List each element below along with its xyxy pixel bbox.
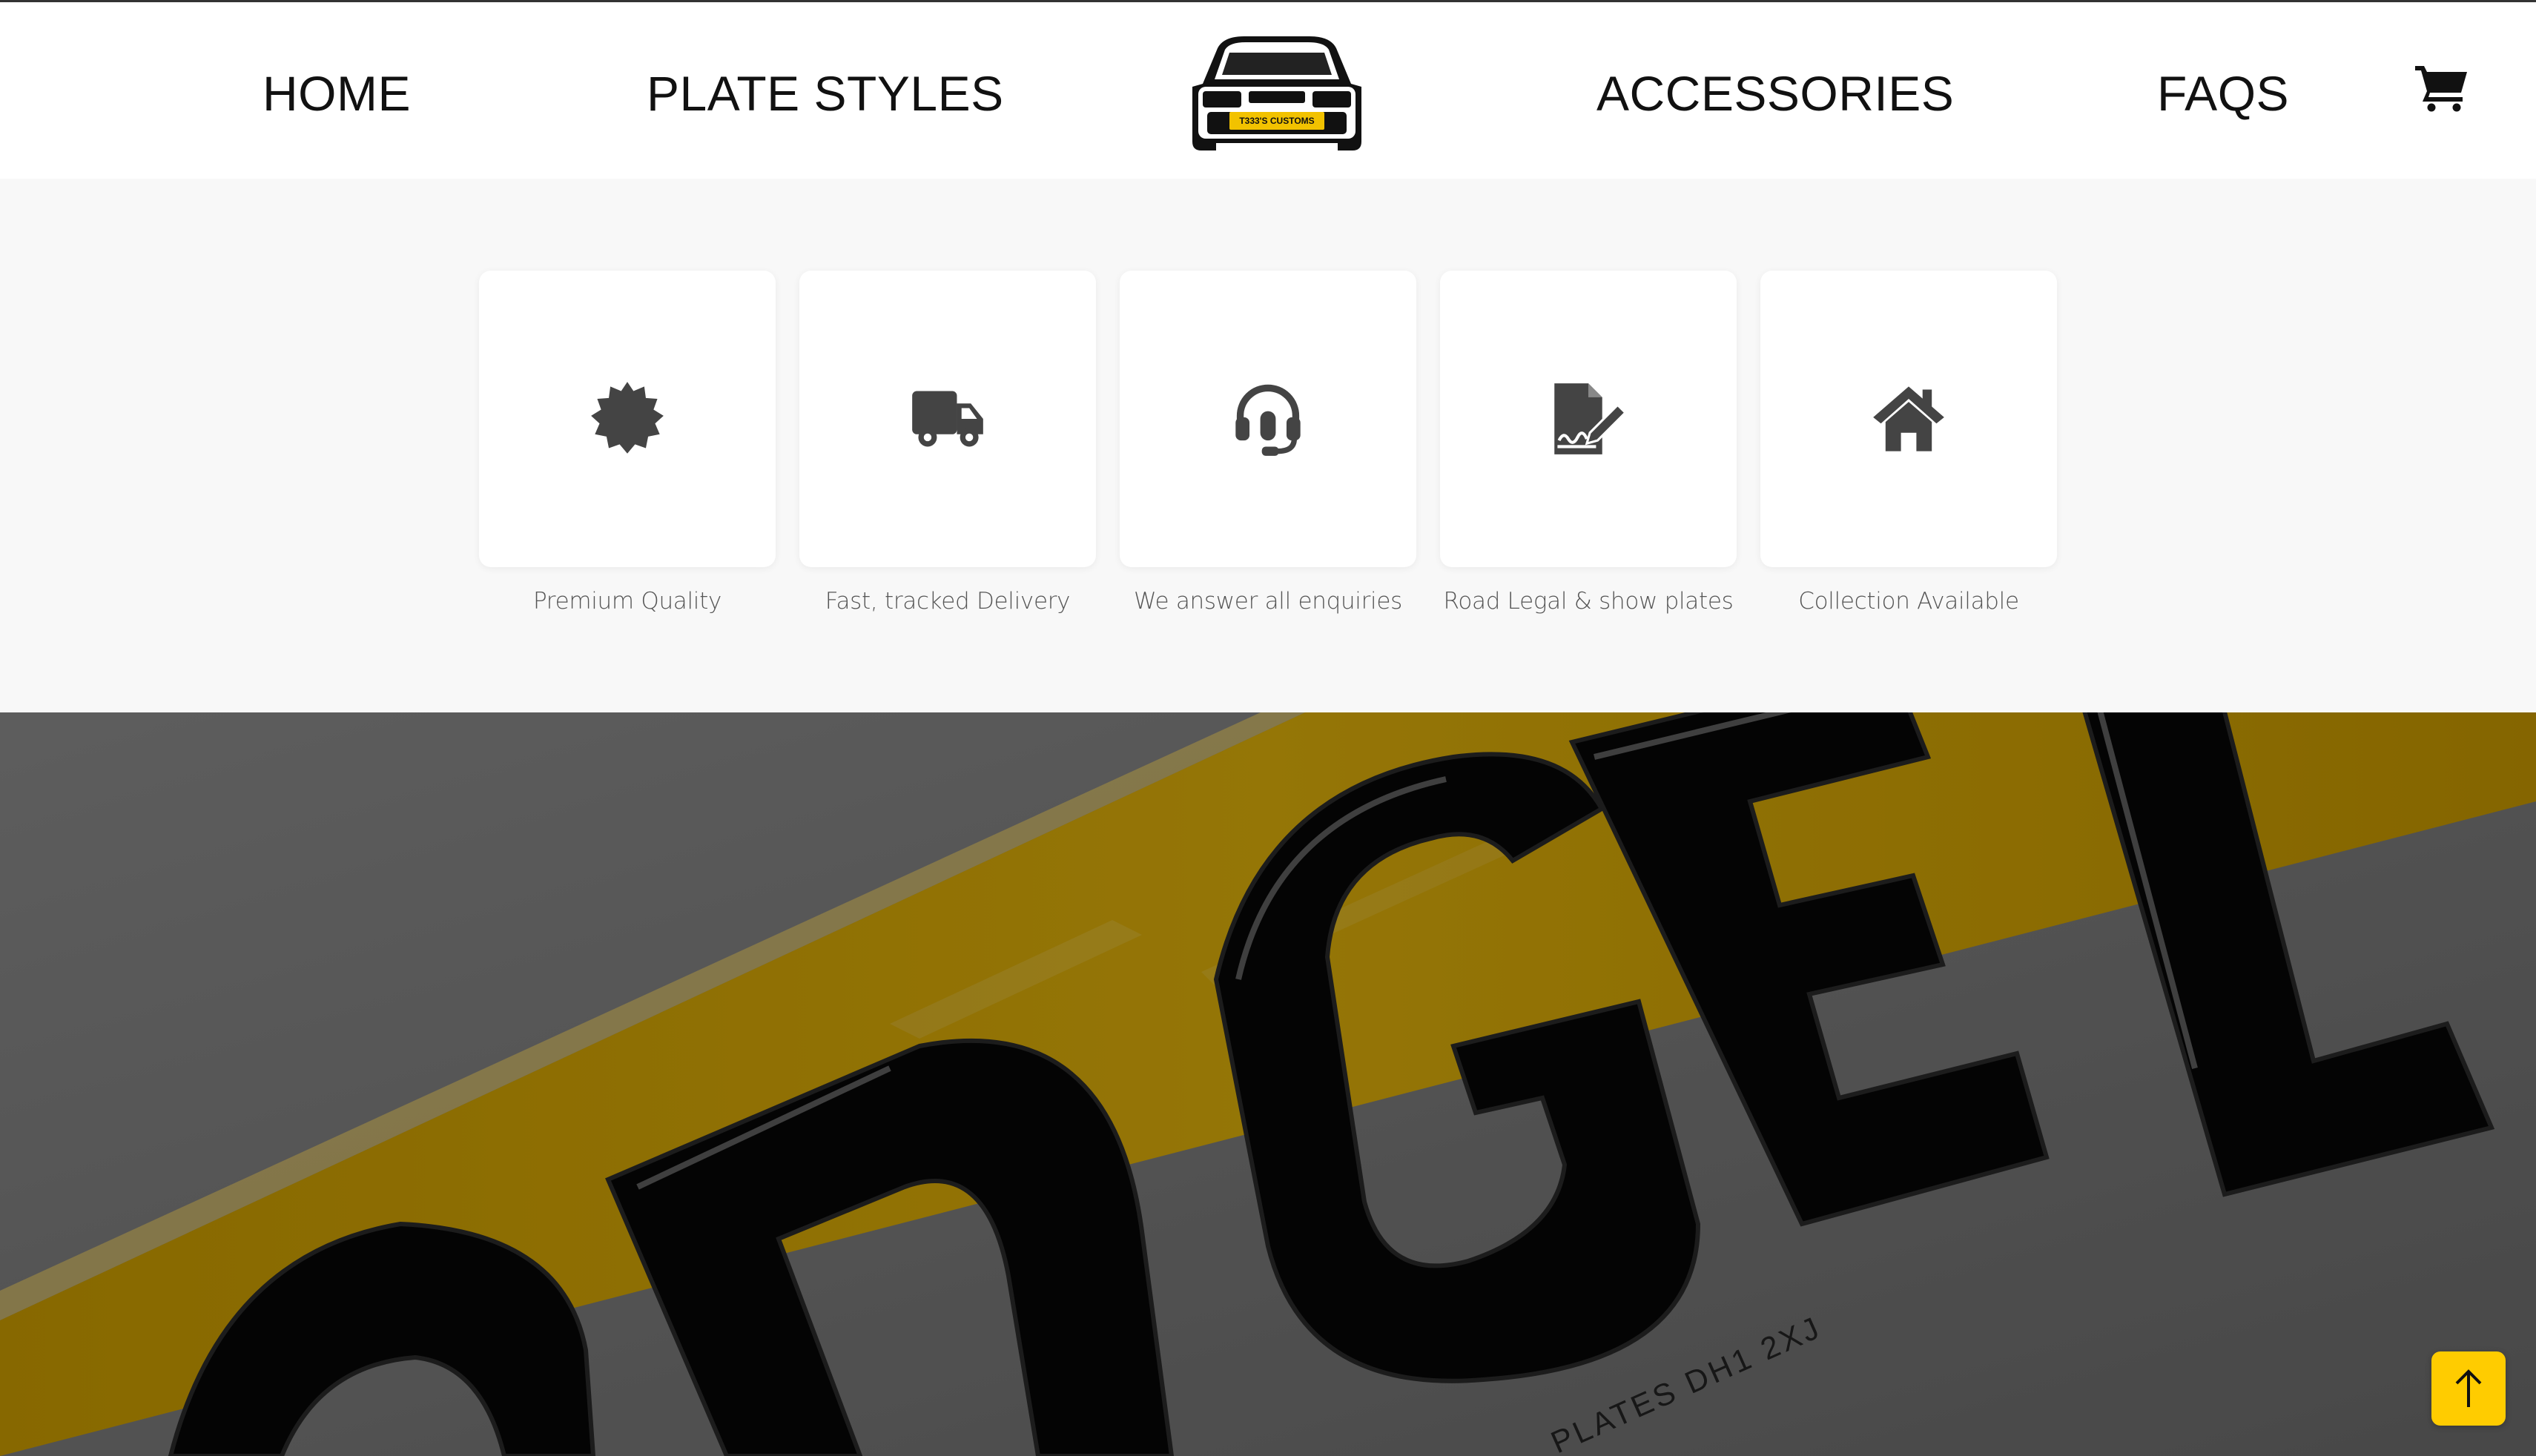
headset-icon xyxy=(1235,384,1301,456)
hero-banner: PLATES DH1 2XJ xyxy=(0,712,2536,1456)
back-to-top-button[interactable] xyxy=(2431,1351,2506,1426)
feature-card xyxy=(1760,271,2057,567)
feature-card xyxy=(1120,271,1416,567)
nav-faqs-link[interactable]: FAQS xyxy=(2157,60,2289,127)
badge-icon xyxy=(591,382,664,454)
features-section: Premium Quality Fast, tracked Delivery W… xyxy=(0,179,2536,712)
nav-accessories-link[interactable]: ACCESSORIES xyxy=(1596,60,1954,127)
feature-enquiries: We answer all enquiries xyxy=(1120,271,1416,615)
site-header: HOME PLATE STYLES T333'S CUSTOMS ACCESSO… xyxy=(0,0,2536,179)
signed-document-icon xyxy=(1554,383,1627,454)
home-icon xyxy=(1873,386,1944,451)
gel-plate-hero-image: PLATES DH1 2XJ xyxy=(0,712,2536,1456)
feature-label: Premium Quality xyxy=(532,588,722,615)
feature-collection: Collection Available xyxy=(1760,271,2057,615)
feature-card xyxy=(1440,271,1737,567)
feature-label: Road Legal & show plates xyxy=(1443,588,1734,615)
site-logo[interactable]: T333'S CUSTOMS xyxy=(1185,32,1369,158)
feature-label: We answer all enquiries xyxy=(1134,588,1402,615)
feature-road-legal: Road Legal & show plates xyxy=(1440,271,1737,615)
feature-card xyxy=(799,271,1096,567)
feature-label: Collection Available xyxy=(1798,588,2019,615)
truck-icon xyxy=(912,391,983,447)
shopping-cart-icon[interactable] xyxy=(2414,63,2470,112)
arrow-up-icon xyxy=(2455,1369,2482,1407)
nav-plate-styles-link[interactable]: PLATE STYLES xyxy=(647,60,1004,127)
feature-delivery: Fast, tracked Delivery xyxy=(799,271,1096,615)
logo-plate-text: T333'S CUSTOMS xyxy=(1239,116,1314,126)
feature-card xyxy=(479,271,776,567)
feature-label: Fast, tracked Delivery xyxy=(825,588,1071,615)
nav-home-link[interactable]: HOME xyxy=(262,60,411,127)
feature-premium-quality: Premium Quality xyxy=(479,271,776,615)
